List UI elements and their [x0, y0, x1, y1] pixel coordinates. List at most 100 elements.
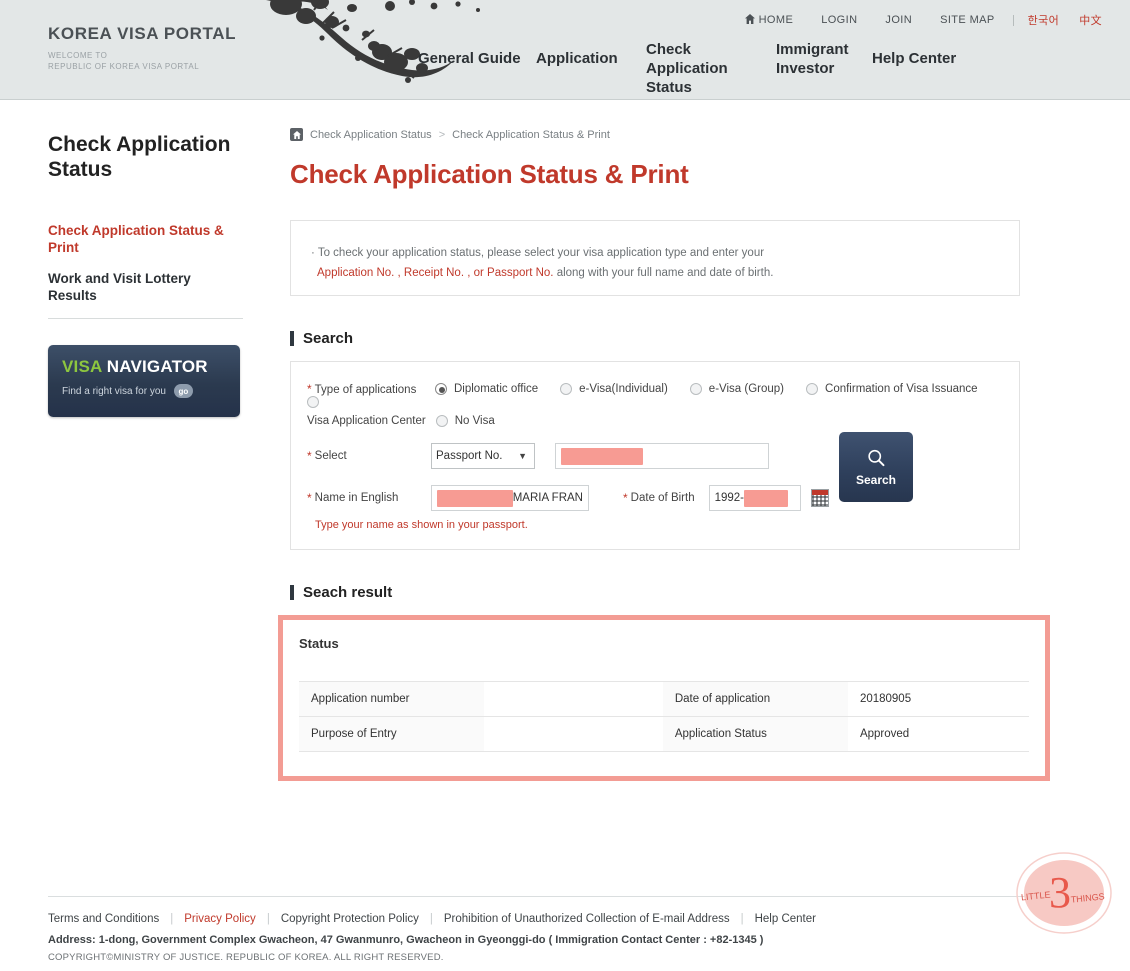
calendar-icon-grid	[811, 495, 828, 506]
radio-dot-visa-application-center[interactable]	[307, 396, 319, 408]
footer-separator: |	[740, 913, 744, 925]
main-content: Check Application Status > Check Applica…	[274, 100, 1130, 781]
magnifier-icon	[867, 449, 884, 466]
search-button[interactable]: Search	[839, 432, 913, 502]
cell-value-application-status: Approved	[847, 716, 1029, 752]
radio-dot-no-visa[interactable]	[435, 415, 448, 427]
footer-link-help-center[interactable]: Help Center	[755, 913, 816, 925]
breadcrumb-item-0[interactable]: Check Application Status	[310, 129, 432, 141]
radio-dot-evisa-group[interactable]	[689, 383, 702, 395]
nav-item-immigrant-investor[interactable]: Immigrant Investor	[776, 40, 872, 78]
notice-line2-rest: along with your full name and date of bi…	[553, 267, 774, 279]
radio-label-evisa-individual: e-Visa(Individual)	[579, 383, 668, 395]
visa-navigator-logo-visa: VISA	[62, 357, 102, 376]
table-row: Application number Date of application 2…	[299, 681, 1029, 717]
document-type-select[interactable]: Passport No.	[431, 443, 535, 469]
footer-link-terms-and-conditions[interactable]: Terms and Conditions	[48, 913, 159, 925]
utilnav-item-sitemap[interactable]: SITE MAP	[926, 14, 1009, 26]
date-of-birth-input[interactable]: 1992-	[708, 485, 801, 511]
radio-evisa-group[interactable]: e-Visa (Group)	[689, 383, 784, 395]
result-table: Application number Date of application 2…	[299, 681, 1029, 752]
breadcrumb: Check Application Status > Check Applica…	[290, 128, 1050, 141]
search-heading-label: Search	[303, 330, 354, 347]
footer-link-privacy-policy[interactable]: Privacy Policy	[184, 913, 256, 925]
footer-separator: |	[266, 913, 270, 925]
brand-title: KOREA VISA PORTAL	[48, 24, 237, 43]
brand-subtitle-line1: WELCOME TO	[48, 51, 108, 60]
search-panel: * Type of applications Diplomatic office …	[290, 361, 1020, 550]
utility-nav: HOME LOGIN JOIN SITE MAP 한국어 中文	[731, 12, 1112, 28]
cell-key-application-number: Application number	[299, 681, 485, 717]
brand-subtitle-line2: REPUBLIC OF KOREA VISA PORTAL	[48, 62, 200, 71]
document-number-redaction	[561, 447, 643, 465]
footer-link-prohibition-email-collection[interactable]: Prohibition of Unauthorized Collection o…	[444, 913, 730, 925]
sidebar-item-check-application-status-print[interactable]: Check Application Status & Print	[48, 222, 243, 256]
footer-copyright: COPYRIGHT©MINISTRY OF JUSTICE. REPUBLIC …	[48, 952, 444, 963]
application-type-label: Type of applications	[314, 384, 417, 396]
dob-redaction	[744, 489, 789, 507]
footer-link-copyright-protection-policy[interactable]: Copyright Protection Policy	[281, 913, 419, 925]
utilnav-item-home[interactable]: HOME	[731, 13, 808, 27]
sidebar-divider	[48, 318, 243, 319]
result-section-heading: Seach result	[290, 584, 1050, 601]
application-type-label-group: * Type of applications	[307, 382, 435, 396]
breadcrumb-item-1[interactable]: Check Application Status & Print	[452, 129, 610, 141]
select-label: Select	[314, 450, 347, 462]
visa-navigator-banner[interactable]: VISA NAVIGATOR Find a right visa for you…	[48, 345, 240, 417]
name-value: MARIA FRAN	[512, 492, 583, 504]
lang-korean[interactable]: 한국어	[1018, 12, 1070, 28]
nav-item-help-center[interactable]: Help Center	[872, 40, 982, 68]
radio-dot-diplomatic-office[interactable]	[435, 383, 447, 395]
cell-key-purpose-of-entry: Purpose of Entry	[299, 716, 485, 752]
name-in-english-input[interactable]: MARIA FRAN	[431, 485, 589, 511]
required-mark-name: *	[307, 491, 312, 505]
notice-bullet: ·	[311, 247, 315, 259]
nav-item-check-application-status[interactable]: Check Application Status	[646, 40, 776, 97]
radio-label-confirmation-of-visa-issuance: Confirmation of Visa Issuance	[825, 383, 978, 395]
nav-item-general-guide[interactable]: General Guide	[418, 40, 536, 68]
radio-visa-application-center[interactable]	[307, 396, 319, 408]
lang-chinese[interactable]: 中文	[1069, 12, 1112, 28]
nav-item-application[interactable]: Application	[536, 40, 646, 68]
select-label-group: * Select	[307, 449, 431, 463]
cell-value-purpose-of-entry	[484, 716, 663, 752]
visa-navigator-logo: VISA NAVIGATOR	[62, 357, 240, 377]
search-section-heading: Search	[290, 330, 1050, 347]
visa-navigator-go-button[interactable]: go	[173, 384, 193, 398]
page-title: Check Application Status & Print	[290, 159, 689, 189]
breadcrumb-home-icon[interactable]	[290, 128, 303, 141]
radio-diplomatic-office[interactable]: Diplomatic office	[435, 383, 538, 395]
section-bar	[290, 331, 294, 346]
footer-separator: |	[429, 913, 433, 925]
sidebar: Check Application Status Check Applicati…	[0, 100, 274, 781]
site-brand[interactable]: KOREA VISA PORTAL WELCOME TO REPUBLIC OF…	[48, 24, 236, 72]
notice-box: · To check your application status, plea…	[290, 220, 1020, 296]
footer-separator: |	[170, 913, 174, 925]
section-bar-result	[290, 585, 294, 600]
footer-links: Terms and Conditions | Privacy Policy | …	[48, 913, 1130, 925]
search-result-box: Status Application number Date of applic…	[278, 615, 1050, 781]
calendar-icon[interactable]	[810, 489, 829, 507]
application-type-row-wrapped: Visa Application Center No Visa	[307, 415, 1003, 427]
site-header: KOREA VISA PORTAL WELCOME TO REPUBLIC OF…	[0, 0, 1130, 100]
name-label: Name in English	[314, 492, 399, 504]
radio-label-diplomatic-office: Diplomatic office	[454, 383, 539, 395]
radio-dot-confirmation-of-visa-issuance[interactable]	[806, 383, 819, 395]
utilnav-item-login[interactable]: LOGIN	[807, 14, 871, 26]
utilnav-label-home: HOME	[758, 13, 794, 26]
radio-confirmation-of-visa-issuance[interactable]: Confirmation of Visa Issuance	[806, 383, 978, 395]
document-number-input[interactable]	[555, 443, 769, 469]
dob-label: Date of Birth	[630, 492, 695, 504]
document-type-select-wrap: Passport No. ▼	[431, 443, 535, 469]
radio-evisa-individual[interactable]: e-Visa(Individual)	[560, 383, 668, 395]
name-hint: Type your name as shown in your passport…	[315, 519, 528, 531]
radio-no-visa[interactable]: No Visa	[435, 415, 495, 427]
three-little-things-watermark-icon: 3 LITTLE THINGS	[1016, 852, 1112, 934]
footer-address: Address: 1-dong, Government Complex Gwac…	[48, 934, 764, 946]
name-redaction	[437, 489, 513, 507]
radio-dot-evisa-individual[interactable]	[560, 383, 573, 395]
sidebar-item-work-and-visit-lottery-results[interactable]: Work and Visit Lottery Results	[48, 270, 243, 304]
utilnav-item-join[interactable]: JOIN	[871, 14, 926, 26]
dob-value: 1992-	[714, 492, 745, 504]
name-label-group: * Name in English	[307, 491, 431, 505]
